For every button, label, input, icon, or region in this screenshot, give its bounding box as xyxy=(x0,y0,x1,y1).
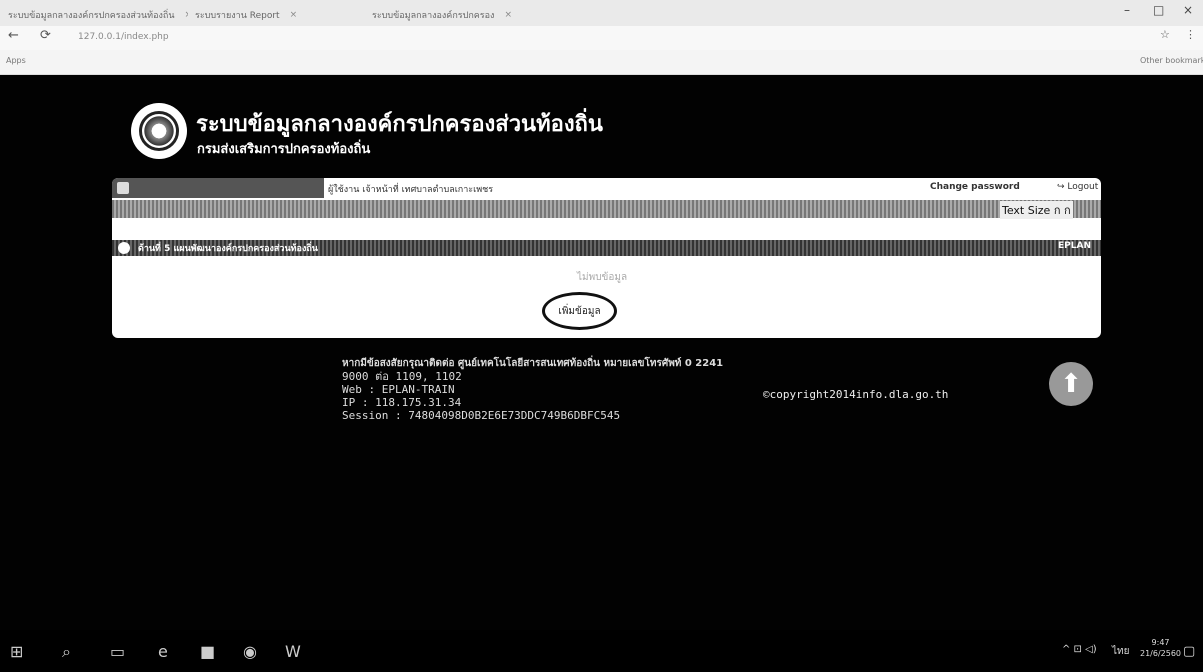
no-data-text: ไม่พบข้อมูล xyxy=(577,272,628,283)
clock[interactable]: 9:47 21/6/2560 xyxy=(1140,637,1181,659)
logout-link[interactable]: ↪ Logout xyxy=(1057,182,1098,192)
site-subtitle: กรมส่งเสริมการปกครองท้องถิ่น xyxy=(197,142,371,157)
language-indicator[interactable]: ไทย xyxy=(1112,644,1129,659)
change-password-link[interactable]: Change password xyxy=(930,182,1020,192)
menu-icon xyxy=(117,182,129,194)
windows-taskbar xyxy=(0,630,1203,672)
section-icon xyxy=(118,242,130,254)
section-code: EPLAN xyxy=(1058,241,1091,251)
notification-icon[interactable]: ▢ xyxy=(1183,644,1195,659)
start-icon[interactable]: ⊞ xyxy=(10,642,23,661)
breadcrumb xyxy=(112,200,1101,218)
logout-label: Logout xyxy=(1067,182,1099,192)
close-window-icon[interactable]: × xyxy=(1183,3,1193,17)
menu-icon[interactable]: ⋮ xyxy=(1185,28,1196,41)
browser-tab-2[interactable]: ระบบรายงาน Report × xyxy=(195,4,365,26)
close-icon[interactable]: × xyxy=(504,10,512,20)
page-background xyxy=(0,75,1203,630)
main-menu-button[interactable] xyxy=(112,178,324,198)
clock-date: 21/6/2560 xyxy=(1140,649,1182,658)
tab-label: ระบบข้อมูลกลางองค์กรปกครองส่วนท้องถิ่น xyxy=(8,11,175,21)
star-icon[interactable]: ☆ xyxy=(1160,28,1170,41)
close-icon[interactable]: × xyxy=(184,10,188,20)
tab-label: ระบบข้อมูลกลางองค์กรปกครอง xyxy=(372,11,495,21)
edge-icon[interactable]: e xyxy=(158,642,168,661)
file-explorer-icon[interactable]: ■ xyxy=(200,642,215,661)
bookmark-apps[interactable]: Apps xyxy=(6,56,26,65)
dla-logo xyxy=(131,103,187,159)
text-size-label: Text Size xyxy=(1002,204,1051,217)
clock-time: 9:47 xyxy=(1151,638,1170,647)
task-view-icon[interactable]: ▭ xyxy=(110,642,125,661)
add-data-button[interactable]: เพิ่มข้อมูล xyxy=(542,292,617,330)
chrome-icon[interactable]: ◉ xyxy=(243,642,257,661)
text-size-control[interactable]: Text Size ก ก xyxy=(1000,201,1073,219)
ip-line: IP : 118.175.31.34 xyxy=(342,396,462,409)
search-icon[interactable]: ⌕ xyxy=(62,642,71,662)
back-icon[interactable]: ← xyxy=(8,28,19,43)
arrow-up-icon: ⬆ xyxy=(1060,369,1082,399)
footer-info: หากมีข้อสงสัยกรุณาติดต่อ ศูนย์เทคโนโลยีส… xyxy=(342,357,723,422)
browser-tab-3[interactable]: ระบบข้อมูลกลางองค์กรปกครอง × xyxy=(372,4,512,26)
maximize-icon[interactable]: □ xyxy=(1153,3,1164,17)
main-panel: ผู้ใช้งาน เจ้าหน้าที่ เทศบาลตำบลเกาะเพชร… xyxy=(112,178,1101,338)
bookmarks-bar xyxy=(0,50,1203,75)
reload-icon[interactable]: ⟳ xyxy=(40,28,51,43)
url-input[interactable]: 127.0.0.1/index.php xyxy=(78,28,958,46)
tray-icons[interactable]: ^ ⊡ ◁) xyxy=(1062,644,1097,655)
minimize-icon[interactable]: – xyxy=(1124,3,1130,17)
word-icon[interactable]: W xyxy=(285,642,301,661)
copyright-text: ©copyright2014info.dla.go.th xyxy=(763,388,949,401)
seal-icon xyxy=(139,111,179,151)
section-title: ด้านที่ 5 แผนพัฒนาองค์กรปกครองส่วนท้องถิ… xyxy=(138,244,318,254)
phone-line: 9000 ต่อ 1109, 1102 xyxy=(342,370,462,383)
user-info: ผู้ใช้งาน เจ้าหน้าที่ เทศบาลตำบลเกาะเพชร xyxy=(328,185,494,195)
session-line: Session : 74804098D0B2E6E73DDC749B6DBFC5… xyxy=(342,409,621,422)
contact-line: หากมีข้อสงสัยกรุณาติดต่อ ศูนย์เทคโนโลยีส… xyxy=(342,358,724,369)
scroll-top-button[interactable]: ⬆ xyxy=(1049,362,1093,406)
close-icon[interactable]: × xyxy=(290,10,298,20)
web-line: Web : EPLAN-TRAIN xyxy=(342,383,455,396)
bookmark-other[interactable]: Other bookmarks xyxy=(1140,56,1203,65)
site-title: ระบบข้อมูลกลางองค์กรปกครองส่วนท้องถิ่น xyxy=(196,112,603,137)
tab-label: ระบบรายงาน Report xyxy=(195,11,280,21)
text-size-options[interactable]: ก ก xyxy=(1054,204,1071,217)
browser-tab-1[interactable]: ระบบข้อมูลกลางองค์กรปกครองส่วนท้องถิ่น × xyxy=(8,4,188,26)
